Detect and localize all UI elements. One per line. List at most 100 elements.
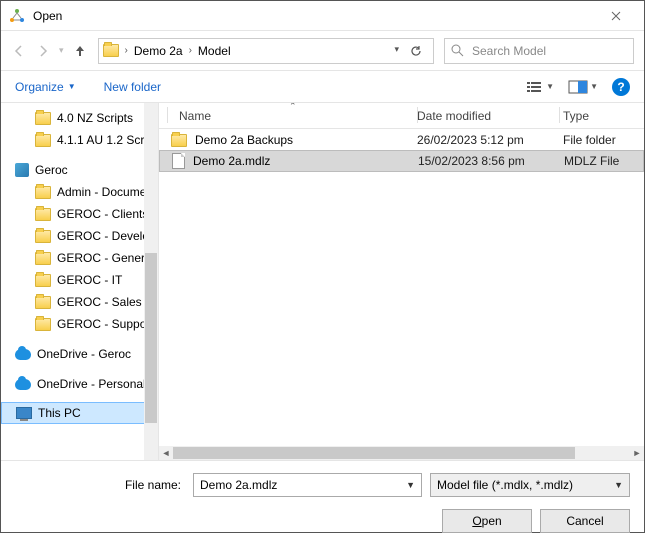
tree-item[interactable]: GEROC - Development	[1, 225, 158, 247]
sort-indicator-icon: ⌃	[289, 103, 297, 112]
folder-icon	[35, 274, 51, 287]
chevron-down-icon[interactable]: ▾	[394, 44, 399, 58]
file-date: 26/02/2023 5:12 pm	[417, 133, 559, 147]
search-box[interactable]	[444, 38, 634, 64]
folder-icon	[35, 208, 51, 221]
tree-item-label: GEROC - Sales	[57, 295, 142, 309]
tree-item-label: Geroc	[35, 163, 68, 177]
filename-combo[interactable]: Demo 2a.mdlz ▼	[193, 473, 422, 497]
help-button[interactable]: ?	[612, 78, 630, 96]
tree-item-label: This PC	[38, 406, 81, 420]
app-icon	[9, 8, 25, 24]
nav-bar: ▾ › Demo 2a › Model ▾	[1, 31, 644, 71]
new-folder-button[interactable]: New folder	[104, 80, 161, 94]
recent-dropdown[interactable]: ▾	[59, 45, 64, 56]
nav-arrows: ▾	[11, 43, 88, 59]
view-menu[interactable]: ▼	[526, 80, 554, 94]
tree-item-label: GEROC - Support	[57, 317, 154, 331]
tree-item-label: 4.0 NZ Scripts	[57, 111, 133, 125]
file-name: Demo 2a Backups	[195, 133, 293, 147]
breadcrumb-seg-1[interactable]: Demo 2a	[134, 44, 183, 58]
refresh-button[interactable]	[409, 44, 423, 58]
folder-icon	[171, 134, 187, 147]
tree-item[interactable]: GEROC - General	[1, 247, 158, 269]
back-button[interactable]	[11, 43, 27, 59]
cancel-button[interactable]: Cancel	[540, 509, 630, 533]
tree-item[interactable]: GEROC - Clients	[1, 203, 158, 225]
folder-icon	[35, 296, 51, 309]
open-button[interactable]: Open	[442, 509, 532, 533]
breadcrumb-label: Model	[198, 44, 231, 58]
organize-menu[interactable]: Organize ▼	[15, 80, 76, 94]
file-date: 15/02/2023 8:56 pm	[418, 154, 560, 168]
tree-item[interactable]: GEROC - Sales	[1, 291, 158, 313]
tree-item-label: GEROC - General	[57, 251, 154, 265]
folder-icon	[35, 318, 51, 331]
breadcrumb-seg-2[interactable]: Model	[198, 44, 231, 58]
tree-item[interactable]: OneDrive - Personal	[1, 373, 158, 395]
column-type[interactable]: Type	[559, 109, 644, 123]
tree-item[interactable]: Admin - Documents	[1, 181, 158, 203]
folder-icon	[35, 252, 51, 265]
filetype-combo[interactable]: Model file (*.mdlx, *.mdlz) ▼	[430, 473, 630, 497]
file-name: Demo 2a.mdlz	[193, 154, 270, 168]
tree-item-label: OneDrive - Personal	[37, 377, 146, 391]
tree-item-label: GEROC - IT	[57, 273, 122, 287]
box-icon	[15, 163, 29, 177]
scroll-right-button[interactable]: ►	[630, 446, 644, 460]
nav-tree[interactable]: 4.0 NZ Scripts 4.1.1 AU 1.2 Scripts Geroc A…	[1, 103, 159, 460]
preview-pane-button[interactable]: ▼	[568, 80, 598, 94]
folder-icon	[35, 186, 51, 199]
chevron-down-icon: ▼	[546, 82, 554, 91]
file-type: MDLZ File	[560, 154, 643, 168]
organize-label: Organize	[15, 80, 64, 94]
folder-icon	[103, 44, 119, 57]
column-name[interactable]: Name	[159, 109, 417, 123]
folder-icon	[35, 230, 51, 243]
close-button[interactable]	[596, 2, 636, 30]
file-type: File folder	[559, 133, 644, 147]
tree-item[interactable]: OneDrive - Geroc	[1, 343, 158, 365]
table-row[interactable]: Demo 2a.mdlz 15/02/2023 8:56 pmMDLZ File	[159, 150, 644, 172]
chevron-down-icon[interactable]: ▼	[614, 480, 623, 490]
folder-icon	[35, 134, 51, 147]
column-date[interactable]: Date modified	[417, 109, 559, 123]
filetype-value: Model file (*.mdlx, *.mdlz)	[437, 478, 573, 492]
footer: File name: Demo 2a.mdlz ▼ Model file (*.…	[1, 460, 644, 543]
cloud-icon	[15, 379, 31, 390]
tree-item[interactable]: Geroc	[1, 159, 158, 181]
scrollbar-thumb[interactable]	[145, 253, 157, 423]
file-icon	[172, 153, 185, 169]
window-title: Open	[33, 9, 62, 23]
breadcrumb-label: Demo 2a	[134, 44, 183, 58]
tree-scrollbar[interactable]	[144, 103, 158, 460]
tree-item[interactable]: 4.0 NZ Scripts	[1, 107, 158, 129]
chevron-down-icon: ▼	[68, 82, 76, 91]
tree-item[interactable]: This PC	[1, 402, 158, 424]
toolbar: Organize ▼ New folder ▼ ▼ ?	[1, 71, 644, 103]
pc-icon	[16, 407, 32, 419]
tree-item-label: OneDrive - Geroc	[37, 347, 131, 361]
tree-item[interactable]: GEROC - IT	[1, 269, 158, 291]
table-row[interactable]: Demo 2a Backups 26/02/2023 5:12 pmFile fo…	[159, 129, 644, 151]
chevron-right-icon[interactable]: ›	[125, 45, 128, 56]
chevron-down-icon[interactable]: ▼	[406, 480, 415, 490]
tree-item-label: GEROC - Clients	[57, 207, 148, 221]
tree-item[interactable]: 4.1.1 AU 1.2 Scripts	[1, 129, 158, 151]
body: 4.0 NZ Scripts 4.1.1 AU 1.2 Scripts Geroc A…	[1, 103, 644, 460]
up-button[interactable]	[72, 43, 88, 59]
cloud-icon	[15, 349, 31, 360]
scroll-left-button[interactable]: ◄	[159, 446, 173, 460]
search-input[interactable]	[470, 43, 627, 59]
address-bar[interactable]: › Demo 2a › Model ▾	[98, 38, 434, 64]
file-list: ⌃ Name Date modified Type Demo 2a Backup…	[159, 103, 644, 460]
open-rest: pen	[482, 514, 502, 528]
tree-item[interactable]: GEROC - Support	[1, 313, 158, 335]
chevron-right-icon[interactable]: ›	[189, 45, 192, 56]
horizontal-scrollbar[interactable]: ◄ ►	[159, 446, 644, 460]
filename-label: File name:	[15, 478, 185, 492]
title-bar: Open	[1, 1, 644, 31]
column-headers: ⌃ Name Date modified Type	[159, 103, 644, 129]
scrollbar-thumb[interactable]	[173, 447, 575, 459]
forward-button[interactable]	[35, 43, 51, 59]
